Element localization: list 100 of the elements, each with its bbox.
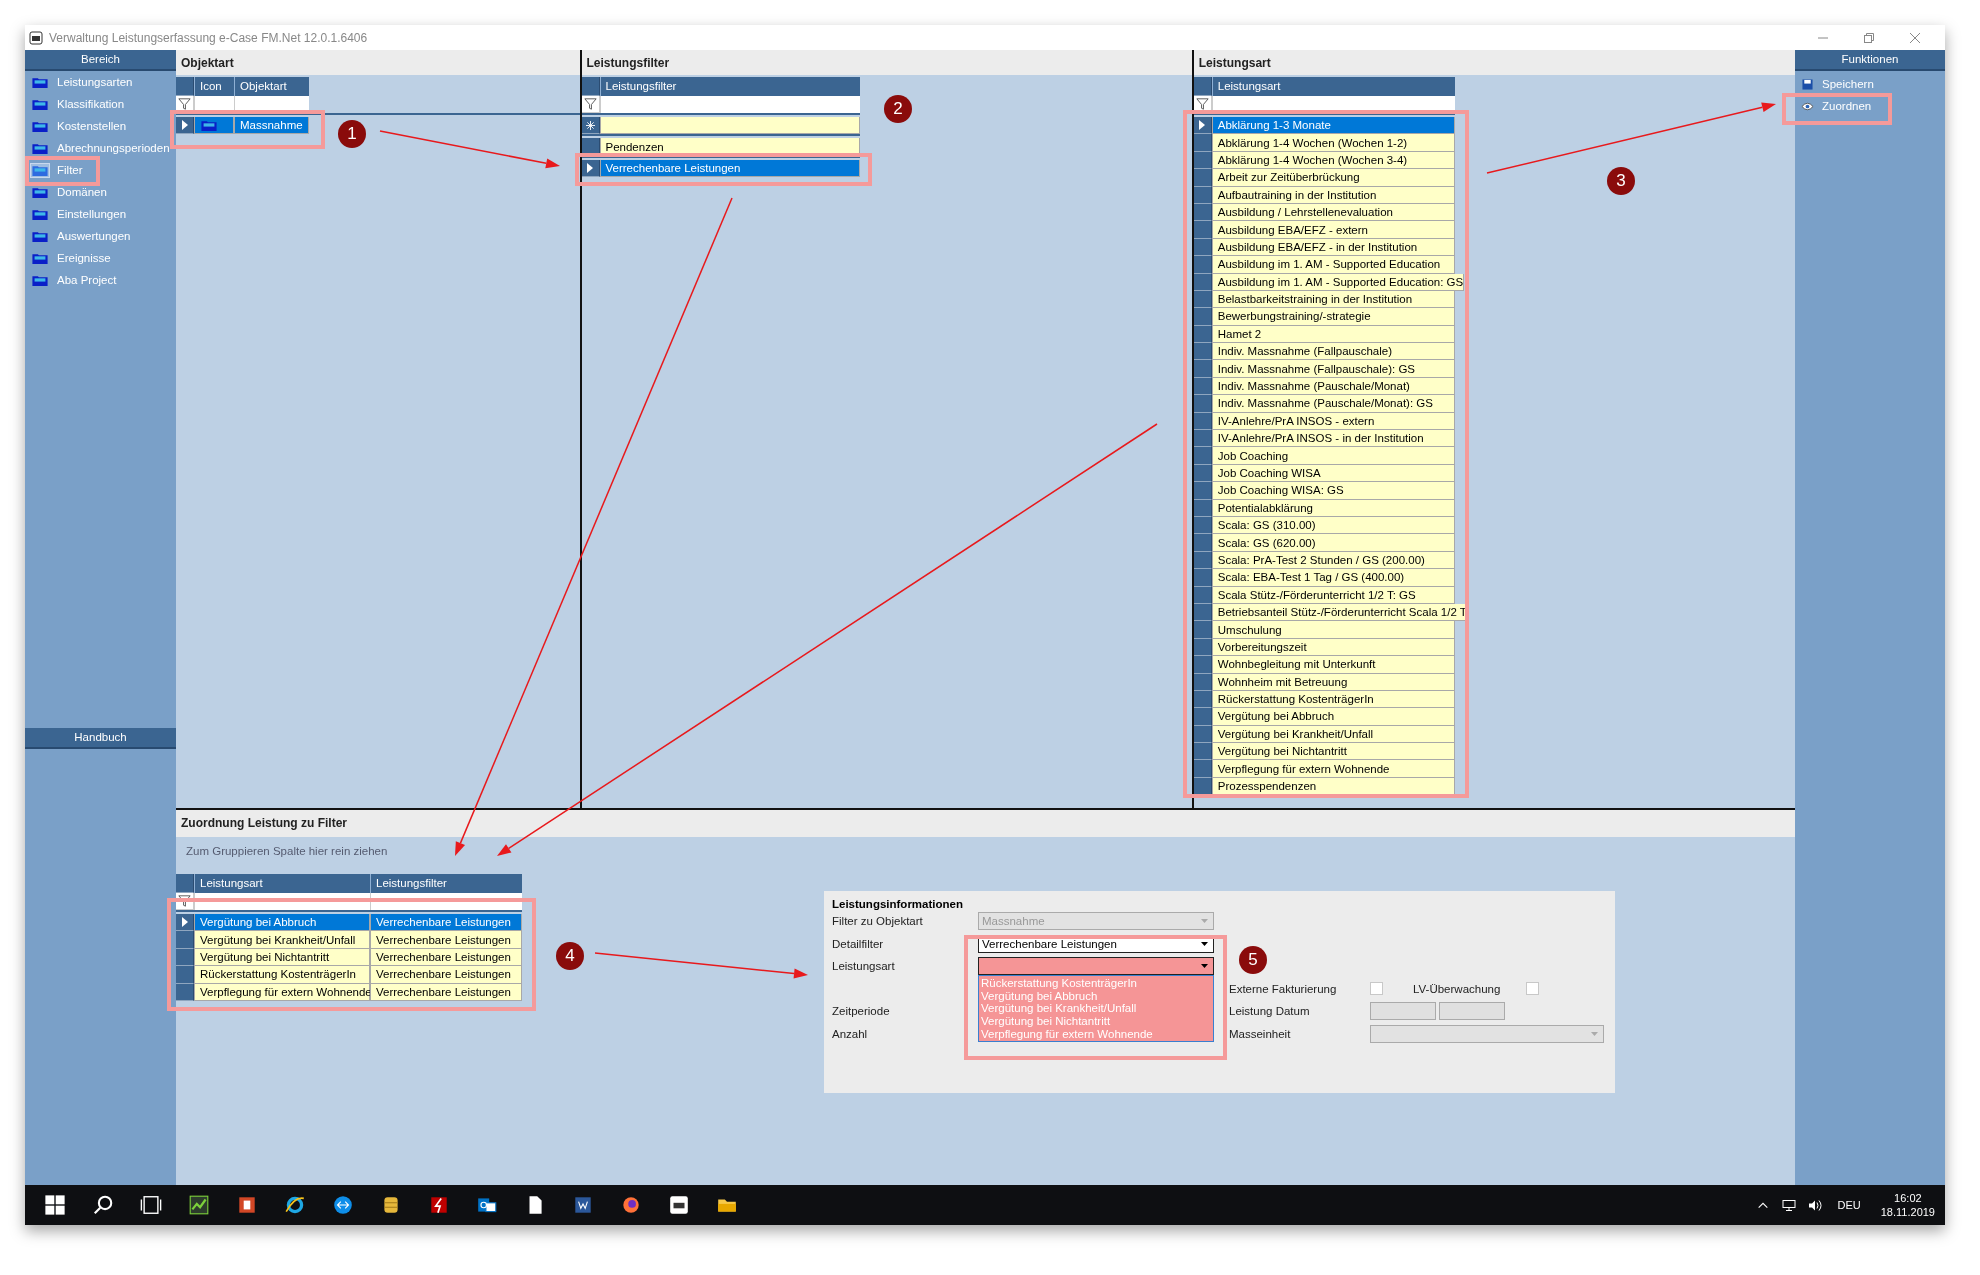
restore-icon[interactable] [1863,31,1875,44]
table-cell[interactable]: Wohnbegleitung mit Unterkunft [1211,656,1455,674]
row-selector[interactable] [1193,308,1212,326]
row-selector[interactable] [1193,134,1212,152]
row-selector[interactable] [1193,499,1212,517]
row-selector[interactable] [1193,534,1212,552]
chart-app-icon[interactable] [188,1194,210,1216]
row-selector[interactable] [1193,77,1212,96]
table-cell[interactable]: Ausbildung im 1. AM - Supported Education [1211,256,1455,274]
clock-date[interactable]: 18.11.2019 [1880,1205,1935,1219]
table-cell[interactable]: Umschulung [1211,621,1455,639]
row-selector[interactable] [1193,447,1212,465]
close-icon[interactable] [1909,31,1921,44]
table-cell[interactable]: Bewerbungstraining/-strategie [1211,308,1455,326]
filter-field[interactable] [599,96,860,113]
search-icon[interactable] [92,1194,114,1216]
row-selector[interactable] [1193,482,1212,500]
table-cell[interactable]: Verrechenbare Leistungen [370,966,522,984]
column-header[interactable]: Objektart [234,77,309,96]
row-selector[interactable] [1193,551,1212,570]
checkbox[interactable] [1370,982,1383,996]
time-field[interactable] [1439,1002,1505,1021]
table-cell[interactable]: Abklärung 1-4 Wochen (Wochen 1-2) [1211,134,1455,152]
table-cell[interactable]: Verpflegung für extern Wohnende [1211,760,1455,778]
row-selector[interactable] [1193,690,1212,709]
row-selector[interactable] [1193,777,1212,796]
table-cell[interactable]: Indiv. Massnahme (Fallpauschale): GS [1211,360,1455,378]
row-selector[interactable] [176,117,194,135]
table-cell[interactable]: Scala: GS (620.00) [1211,534,1455,552]
browser-icon[interactable] [284,1194,306,1216]
row-selector[interactable] [1193,743,1212,761]
checkbox[interactable] [1526,982,1539,996]
row-selector[interactable] [1193,360,1212,378]
table-cell[interactable]: Vergütung bei Abbruch [1211,708,1455,726]
row-selector[interactable] [1193,117,1212,135]
row-selector[interactable] [1193,603,1212,622]
row-selector[interactable] [1193,569,1212,587]
windows-logo-icon[interactable] [44,1194,66,1216]
row-selector[interactable] [1193,638,1212,657]
fox-browser-icon[interactable] [620,1194,642,1216]
row-selector[interactable] [1193,517,1212,535]
table-cell[interactable]: Ausbildung EBA/EFZ - extern [1211,221,1455,239]
task-view-icon[interactable] [140,1194,162,1216]
table-cell[interactable]: Verrechenbare Leistungen [599,159,860,178]
network-icon[interactable] [1781,1198,1796,1212]
word-processor-icon[interactable] [572,1194,594,1216]
table-cell[interactable]: IV-Anlehre/PrA INSOS - in der Institution [1211,430,1455,448]
row-selector[interactable] [1193,325,1212,344]
table-cell[interactable]: Vergütung bei Abbruch [194,914,370,932]
clock-time[interactable]: 16:02 [1894,1191,1922,1205]
speaker-icon[interactable] [1807,1198,1822,1212]
row-selector[interactable] [581,159,600,178]
column-header[interactable]: Leistungsfilter [599,77,860,96]
row-selector[interactable] [1193,203,1212,222]
app-logo-icon[interactable] [668,1194,690,1216]
file-transfer-icon[interactable] [428,1194,450,1216]
row-selector[interactable] [1193,673,1212,691]
column-header[interactable]: Leistungsfilter [370,874,522,893]
column-header[interactable]: Leistungsart [1211,77,1455,96]
table-cell[interactable]: Scala: EBA-Test 1 Tag / GS (400.00) [1211,569,1455,587]
new-row-field[interactable] [599,117,860,135]
column-header[interactable]: Icon [194,77,234,96]
table-cell[interactable]: Indiv. Massnahme (Fallpauschale) [1211,343,1455,361]
row-selector[interactable] [176,914,194,932]
row-selector[interactable] [1193,186,1212,204]
row-selector[interactable] [1193,273,1212,291]
table-cell[interactable]: Verrechenbare Leistungen [370,914,522,932]
row-selector[interactable] [1193,412,1212,431]
row-selector[interactable] [1193,151,1212,170]
row-selector[interactable] [1193,377,1212,396]
row-selector[interactable] [1193,760,1212,778]
language-indicator[interactable]: DEU [1837,1199,1861,1211]
table-cell[interactable]: Vergütung bei Krankheit/Unfall [194,931,370,949]
row-selector[interactable] [1193,464,1212,483]
table-cell[interactable]: Vergütung bei Nichtantritt [1211,743,1455,761]
row-selector[interactable] [1193,395,1212,413]
table-cell[interactable]: Verrechenbare Leistungen [370,931,522,949]
remote-app-icon[interactable] [332,1194,354,1216]
column-header[interactable]: Leistungsart [194,874,370,893]
table-cell[interactable]: Arbeit zur Zeitüberbrückung [1211,169,1455,187]
table-cell[interactable]: Massnahme [234,117,309,135]
row-selector[interactable] [1193,221,1212,239]
table-cell[interactable]: Job Coaching [1211,447,1455,465]
row-selector[interactable] [1193,256,1212,274]
row-selector[interactable] [1193,725,1212,744]
date-field[interactable] [1370,1002,1436,1021]
table-cell[interactable]: Rückerstattung KostenträgerIn [194,966,370,984]
row-selector[interactable] [1193,430,1212,448]
table-cell[interactable]: Abklärung 1-3 Monate [1211,117,1455,135]
row-selector[interactable] [1193,656,1212,674]
row-selector[interactable] [1193,169,1212,187]
row-selector[interactable] [1193,343,1212,361]
row-selector[interactable] [1193,586,1212,604]
row-selector[interactable] [1193,708,1212,726]
row-selector[interactable] [1193,621,1212,639]
filter-icon[interactable] [581,96,600,113]
row-selector[interactable] [1193,290,1212,309]
row-selector[interactable] [1193,238,1212,257]
presentation-app-icon[interactable] [236,1194,258,1216]
table-cell[interactable]: Job Coaching WISA: GS [1211,482,1455,500]
